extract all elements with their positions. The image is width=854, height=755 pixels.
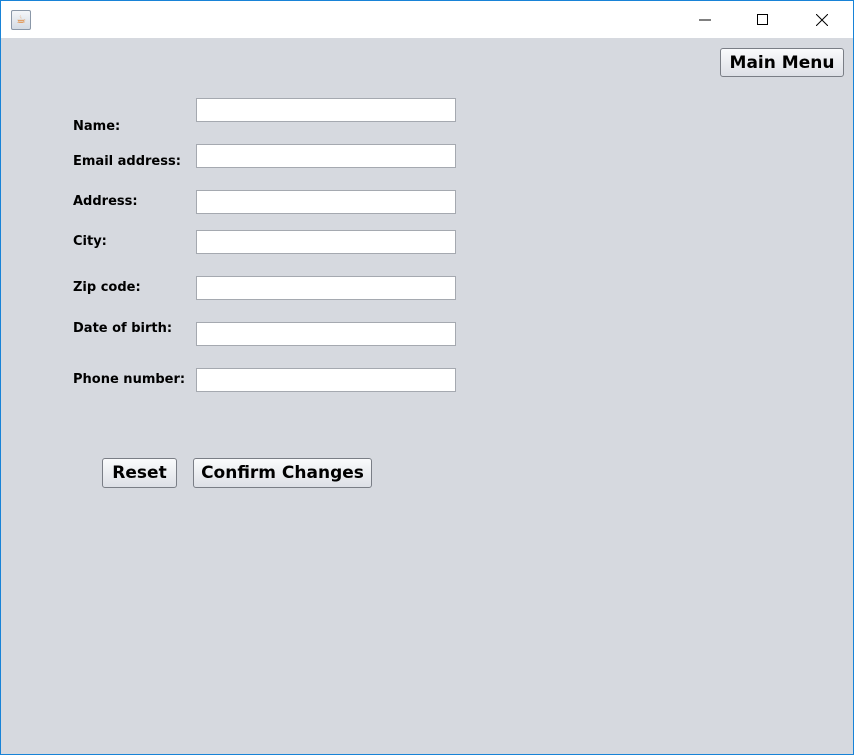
maximize-button[interactable] (734, 1, 792, 38)
address-input[interactable] (196, 190, 456, 214)
phone-number-label: Phone number: (73, 372, 186, 387)
minimize-button[interactable] (676, 1, 734, 38)
minimize-icon (699, 19, 711, 20)
email-input[interactable] (196, 144, 456, 168)
confirm-changes-button[interactable]: Confirm Changes (193, 458, 372, 488)
main-menu-button[interactable]: Main Menu (720, 48, 844, 77)
phone-number-input[interactable] (196, 368, 456, 392)
maximize-icon (757, 13, 768, 25)
email-label: Email address: (73, 154, 181, 169)
name-input[interactable] (196, 98, 456, 122)
city-input[interactable] (196, 230, 456, 254)
zip-code-label: Zip code: (73, 280, 141, 295)
app-window: ☕ Main Menu Name: Email address: Address… (0, 0, 854, 755)
title-bar: ☕ (1, 1, 853, 38)
java-icon[interactable]: ☕ (11, 10, 31, 30)
date-of-birth-input[interactable] (196, 322, 456, 346)
close-button[interactable] (793, 1, 851, 38)
zip-code-input[interactable] (196, 276, 456, 300)
date-of-birth-label: Date of birth: (73, 321, 173, 336)
close-icon (816, 13, 828, 26)
city-label: City: (73, 234, 107, 249)
name-label: Name: (73, 119, 121, 134)
reset-button[interactable]: Reset (102, 458, 177, 488)
address-label: Address: (73, 194, 138, 209)
